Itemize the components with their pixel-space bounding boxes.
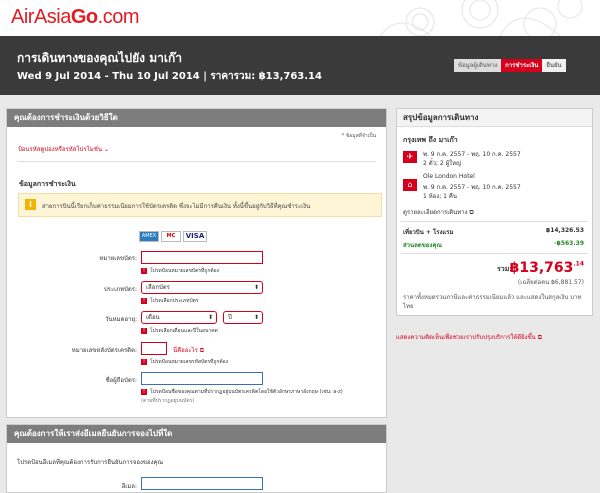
email-input[interactable] <box>141 477 263 490</box>
chevron-down-icon: ⬍ <box>253 314 259 321</box>
expiry-error-text: โปรดเลือกเดือนและปีในอนาคต <box>150 328 218 334</box>
progress-steps: ข้อมูลผู้เดินทาง การชำระเงิน ยืนยัน <box>454 59 566 72</box>
card-type-value: เลือกบัตร <box>146 284 170 291</box>
payment-info-title: ข้อมูลการชำระเงิน <box>19 180 76 188</box>
card-type-error-text: โปรดเลือกประเภทบัตร <box>150 298 199 304</box>
trip-subtitle: Wed 9 Jul 2014 - Thu 10 Jul 2014 | ราคาร… <box>17 71 322 82</box>
discount-label: ส่วนลดของคุณ <box>403 242 442 249</box>
hotel-name: Ole London Hotel <box>423 173 475 180</box>
card-logos: AMEX MC VISA <box>139 231 207 242</box>
hotel-rooms: 1 ห้อง; 1 คืน <box>423 193 457 200</box>
chevron-down-icon: ⌄ <box>103 146 109 153</box>
expiry-month-select[interactable]: เดือน ⬍ <box>141 311 217 324</box>
divider <box>401 221 588 222</box>
card-number-error: ! โปรดป้อนหมายเลขบัตรที่ถูกต้อง <box>141 267 219 275</box>
discount-value: -฿563.39 <box>554 240 584 247</box>
logo-part-airasia: AirAsia <box>11 6 71 28</box>
payment-panel: คุณต้องการชำระเงินด้วยวิธีใด * ข้อมูลที่… <box>6 108 387 418</box>
step-traveler-info: ข้อมูลผู้เดินทาง <box>454 59 502 72</box>
external-link-icon: ⧉ <box>199 347 205 354</box>
chevron-down-icon: ⬍ <box>207 314 213 321</box>
required-note: * ข้อมูลที่จำเป็น <box>341 133 376 139</box>
chevron-down-icon: ⬍ <box>253 284 259 291</box>
divider <box>401 253 588 254</box>
expiry-error: ! โปรดเลือกเดือนและปีในอนาคต <box>141 327 218 335</box>
flight-hotel-value: ฿14,326.53 <box>546 227 584 234</box>
email-panel: คุณต้องการให้เราส่งอีเมลยืนยันการจองไปที… <box>6 424 387 493</box>
promo-code-label: ป้อนรหัสคูปองหรือรหัสโปรโมชั่น <box>18 146 102 153</box>
card-type-error: ! โปรดเลือกประเภทบัตร <box>141 297 199 305</box>
view-details-link[interactable]: ดูรายละเอียดการเดินทาง ⧉ <box>403 207 474 217</box>
trip-title: การเดินทางของคุณไปยัง มาเก๊า <box>17 51 182 65</box>
trip-summary-panel: สรุปข้อมูลการเดินทาง กรุงเทพ ถึง มาเก๊า … <box>396 108 593 316</box>
cardholder-label: ชื่อผู้ถือบัตร: <box>105 377 137 384</box>
email-label: อีเมล: <box>121 483 137 490</box>
email-heading: คุณต้องการให้เราส่งอีเมลยืนยันการจองไปที… <box>7 425 386 443</box>
price-note: ราคาทั้งหมดรวมภาษีและค่าธรรมเนียมแล้ว แล… <box>403 294 582 310</box>
cvv-label: หมายเลขหลังบัตรเครดิต: <box>71 347 137 354</box>
flight-passengers: 2 ตั๋ว; 2 ผู้ใหญ่ <box>423 160 462 167</box>
plane-icon: ✈ <box>403 151 417 163</box>
mastercard-icon: MC <box>161 231 181 242</box>
expiry-month-value: เดือน <box>146 314 160 321</box>
total-price-main: ฿13,763 <box>509 260 574 276</box>
cardholder-hint: (ตามที่ปรากฏอยู่บนบัตร) <box>141 398 195 404</box>
step-payment: การชำระเงิน <box>501 59 543 72</box>
cvv-error: ! โปรดป้อนหมายเลขรหัสบัตรที่ถูกต้อง <box>141 358 228 366</box>
top-bar: AirAsiaGo.com <box>0 0 600 36</box>
total-price: ฿13,763.14 <box>510 257 584 276</box>
error-icon: ! <box>141 327 147 334</box>
visa-icon: VISA <box>183 231 207 242</box>
email-intro: โปรดป้อนอีเมลที่คุณต้องการรับการยืนยันกา… <box>17 459 164 466</box>
amex-icon: AMEX <box>139 231 159 242</box>
logo-part-go: Go <box>70 6 98 28</box>
expiry-year-select[interactable]: ปี ⬍ <box>223 311 263 324</box>
card-number-label: หมายเลขบัตร: <box>99 255 137 262</box>
floral-decoration <box>360 0 600 36</box>
payment-heading: คุณต้องการชำระเงินด้วยวิธีใด <box>7 109 386 127</box>
feedback-link[interactable]: แสดงความคิดเห็นเพื่อช่วยเราปรับปรุงบริกา… <box>396 332 542 342</box>
error-icon: ! <box>141 358 147 365</box>
cardholder-error: ! โปรดป้อนชื่อของคุณตามที่ปรากฏอยู่บนบัตร… <box>141 388 343 396</box>
cardholder-input[interactable] <box>141 372 263 385</box>
card-fee-notice: i สายการบินนี้เรียกเก็บค่าธรรมเนียมการใช… <box>18 193 382 217</box>
error-icon: ! <box>141 388 147 395</box>
summary-heading: สรุปข้อมูลการเดินทาง <box>397 109 592 127</box>
cvv-input[interactable] <box>141 342 167 355</box>
bed-icon: ⌂ <box>403 179 417 191</box>
logo-part-com: .com <box>97 6 140 28</box>
feedback-label: แสดงความคิดเห็นเพื่อช่วยเราปรับปรุงบริกา… <box>396 334 536 341</box>
external-link-icon: ⧉ <box>537 334 542 341</box>
external-link-icon: ⧉ <box>469 209 474 216</box>
error-icon: ! <box>141 297 147 304</box>
notice-text: สายการบินนี้เรียกเก็บค่าธรรมเนียมการใช้บ… <box>42 203 311 210</box>
card-number-input[interactable] <box>141 251 263 264</box>
expiry-year-value: ปี <box>228 314 232 321</box>
divider <box>17 161 376 162</box>
total-price-decimals: .14 <box>573 260 584 268</box>
per-person-price: (เฉลี่ยต่อคน ฿6,881.57) <box>517 279 584 286</box>
view-details-label: ดูรายละเอียดการเดินทาง <box>403 209 468 216</box>
promo-code-link[interactable]: ป้อนรหัสคูปองหรือรหัสโปรโมชั่น ⌄ <box>18 144 109 154</box>
card-type-select[interactable]: เลือกบัตร ⬍ <box>141 281 263 294</box>
card-number-error-text: โปรดป้อนหมายเลขบัตรที่ถูกต้อง <box>150 268 220 274</box>
route: กรุงเทพ ถึง มาเก๊า <box>403 136 458 144</box>
info-icon: i <box>25 199 36 210</box>
cvv-error-text: โปรดป้อนหมายเลขรหัสบัตรที่ถูกต้อง <box>150 359 229 365</box>
expiry-label: วันหมดอายุ: <box>105 316 137 323</box>
step-confirm: ยืนยัน <box>542 59 566 72</box>
what-is-cvv-label: นี่คืออะไร <box>173 347 198 354</box>
what-is-cvv-link[interactable]: นี่คืออะไร ⧉ <box>173 345 204 355</box>
card-type-label: ประเภทบัตร: <box>103 286 137 293</box>
airasiago-logo[interactable]: AirAsiaGo.com <box>11 6 139 29</box>
error-icon: ! <box>141 267 147 274</box>
flight-hotel-label: เที่ยวบิน + โรงแรม <box>403 229 454 236</box>
cardholder-error-text: โปรดป้อนชื่อของคุณตามที่ปรากฏอยู่บนบัตรเ… <box>150 389 343 395</box>
